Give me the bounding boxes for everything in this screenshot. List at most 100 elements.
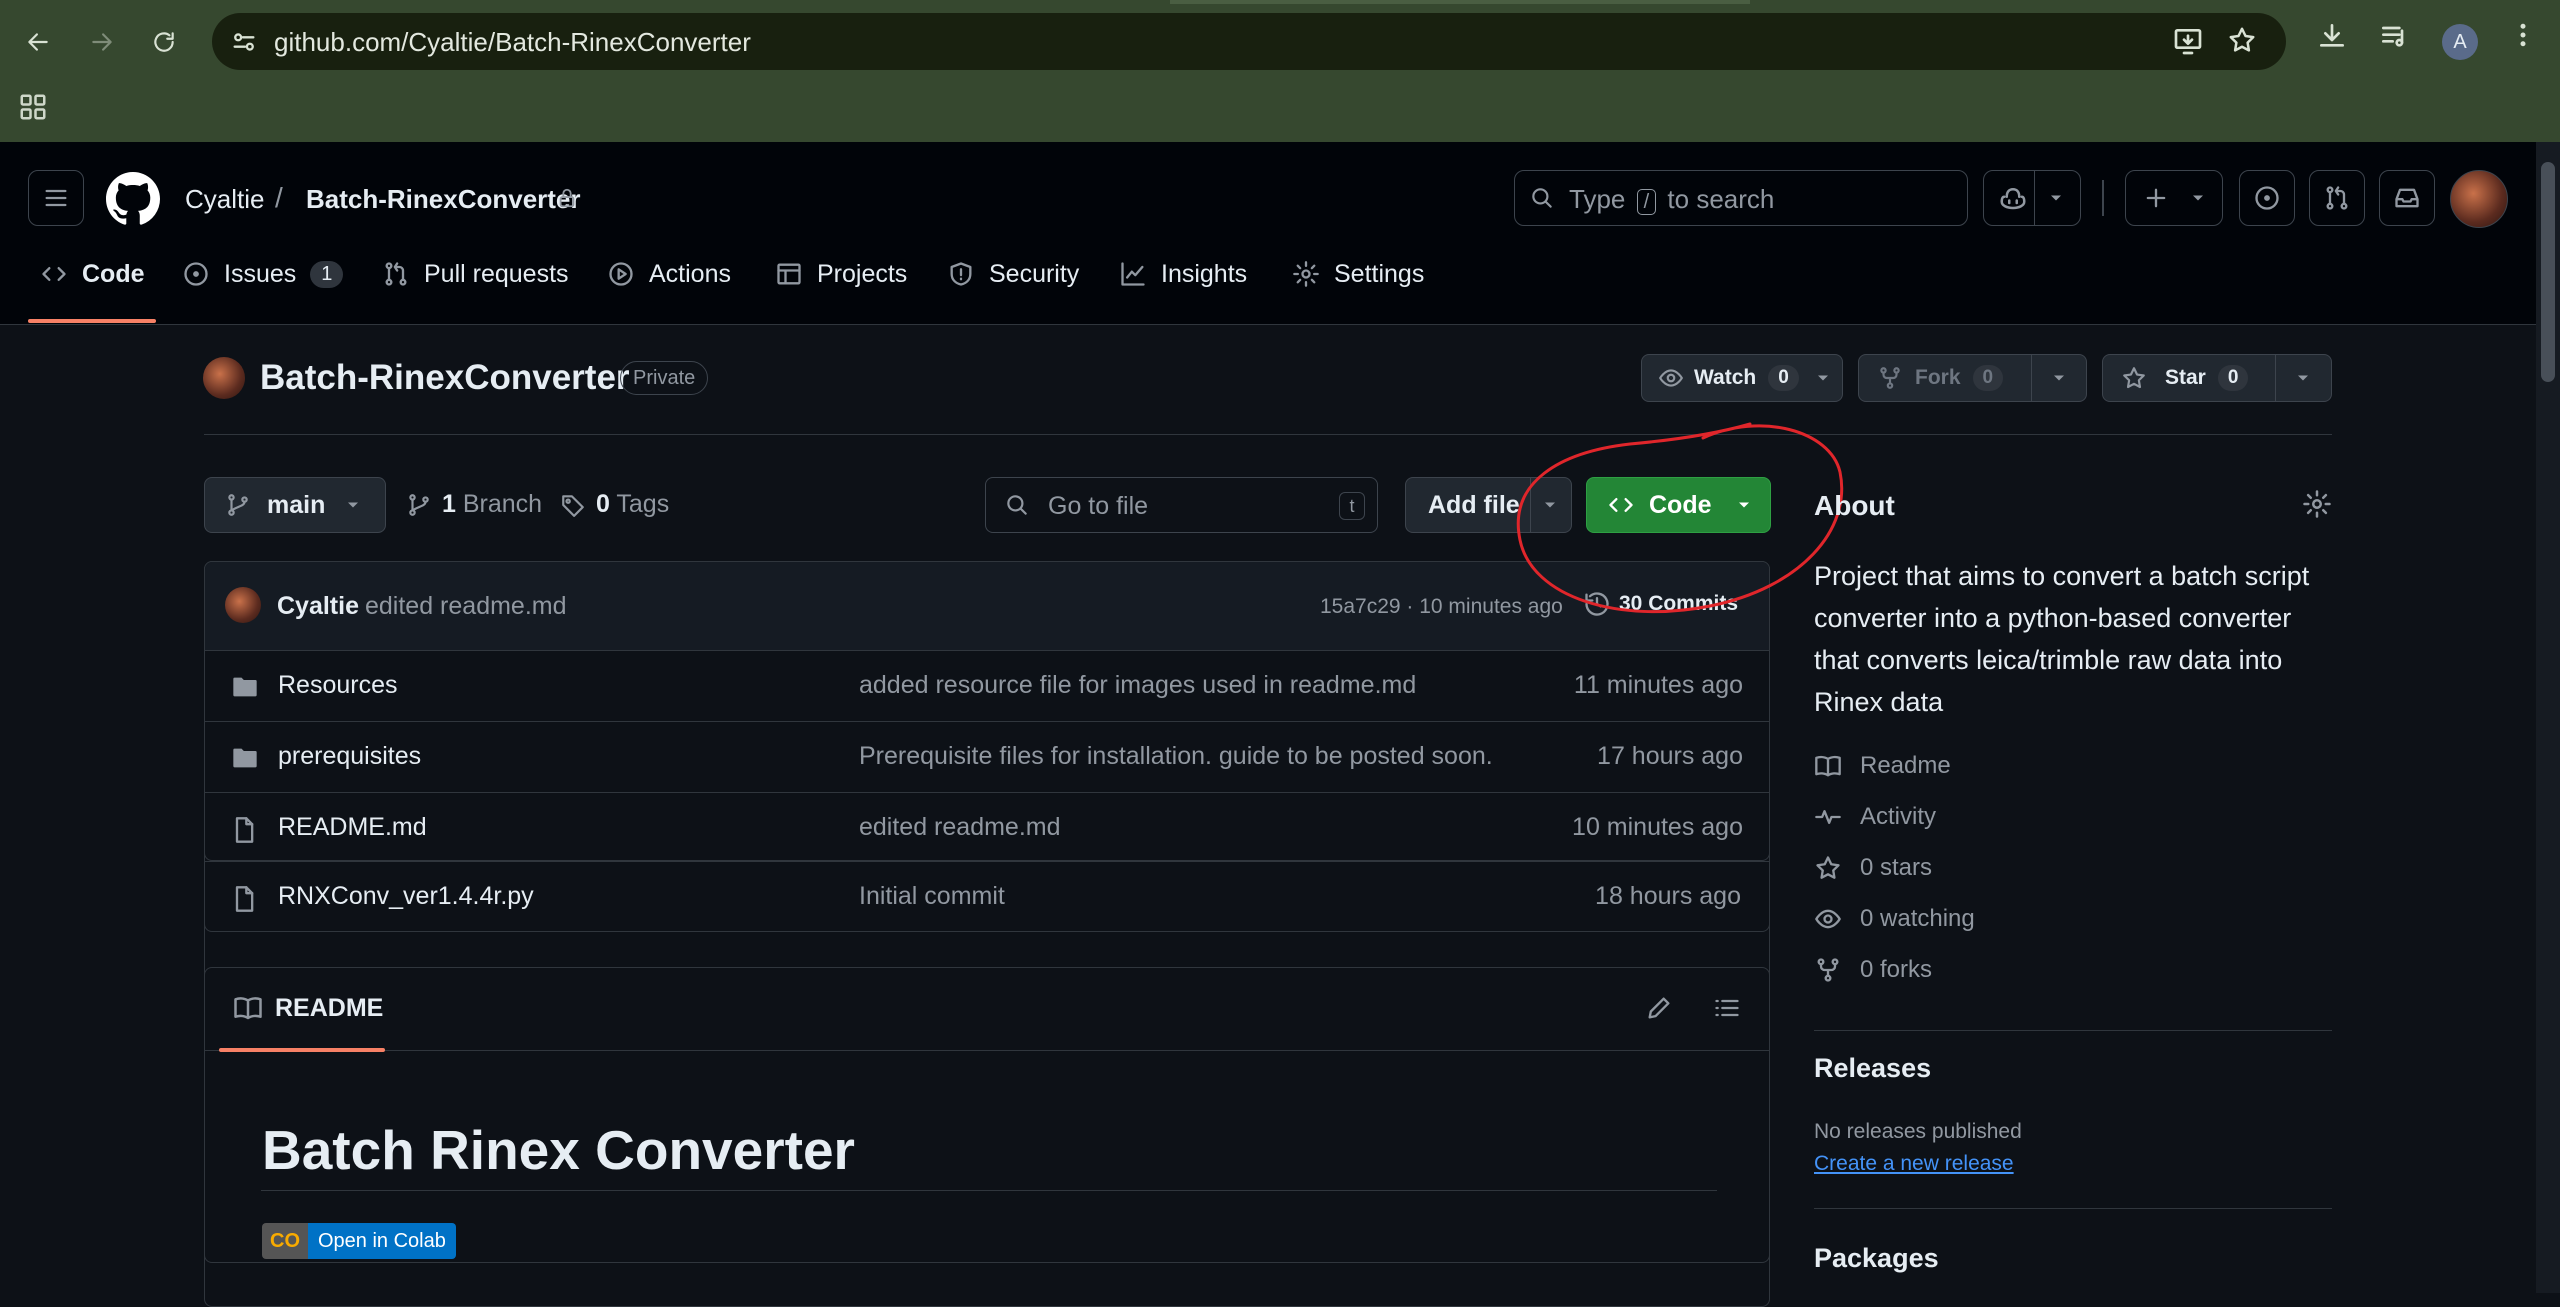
fork-button[interactable]: Fork 0 — [1858, 354, 2087, 402]
star-button[interactable]: Star 0 — [2102, 354, 2332, 402]
readme-link[interactable]: Readme — [1814, 752, 1951, 780]
heading-divider — [261, 1190, 1717, 1191]
url-text[interactable]: github.com/Cyaltie/Batch-RinexConverter — [274, 27, 751, 58]
stars-link[interactable]: 0 stars — [1814, 854, 1932, 882]
file-name[interactable]: Resources — [278, 671, 398, 700]
more-menu-icon[interactable] — [2508, 20, 2538, 50]
folder-icon — [233, 748, 257, 768]
breadcrumb-owner[interactable]: Cyaltie — [185, 184, 264, 215]
downloads-icon[interactable] — [2316, 20, 2348, 52]
tab-label: Insights — [1161, 259, 1248, 288]
file-time: 17 hours ago — [1597, 742, 1743, 770]
reload-button[interactable] — [142, 20, 186, 64]
file-commit-message[interactable]: Prerequisite files for installation. gui… — [859, 742, 1493, 771]
commit-message[interactable]: edited readme.md — [365, 592, 567, 621]
branches-link[interactable]: 1 Branch — [406, 490, 542, 519]
sidebar-divider — [1814, 1030, 2332, 1031]
file-commit-message[interactable]: Initial commit — [859, 882, 1005, 911]
page-scrollbar[interactable] — [2536, 142, 2560, 1293]
about-description: Project that aims to convert a batch scr… — [1814, 561, 2310, 717]
table-row[interactable]: RNXConv_ver1.4.4r.py Initial commit 18 h… — [204, 861, 1770, 932]
chevron-down-icon — [348, 502, 359, 508]
issues-shortcut-button[interactable] — [2239, 170, 2295, 226]
apps-grid-icon[interactable] — [18, 92, 48, 122]
active-tab-indicator — [28, 319, 156, 323]
table-row[interactable]: Resources added resource file for images… — [205, 650, 1769, 720]
tab-pull-requests[interactable]: Pull requests — [382, 252, 569, 296]
global-search-input[interactable]: Type / to search — [1514, 170, 1968, 226]
readme-header — [205, 968, 1769, 1051]
gear-icon — [1293, 261, 1319, 287]
repo-main: Batch-RinexConverter Private Watch 0 For… — [0, 325, 2536, 1307]
eye-icon — [1815, 909, 1841, 929]
file-name[interactable]: prerequisites — [278, 742, 421, 771]
scrollbar-thumb[interactable] — [2541, 162, 2555, 382]
activity-link[interactable]: Activity — [1814, 803, 1936, 831]
table-row[interactable]: README.md edited readme.md 10 minutes ag… — [205, 792, 1769, 860]
copilot-button[interactable] — [1983, 170, 2081, 226]
file-commit-message[interactable]: edited readme.md — [859, 813, 1061, 842]
file-name[interactable]: RNXConv_ver1.4.4r.py — [278, 882, 534, 911]
repo-forked-icon — [1817, 958, 1839, 982]
github-logo-icon[interactable] — [106, 172, 160, 226]
inbox-button[interactable] — [2379, 170, 2435, 226]
tags-link[interactable]: 0 Tags — [560, 490, 669, 519]
table-row[interactable]: prerequisites Prerequisite files for ins… — [205, 721, 1769, 791]
tags-label: Tags — [616, 490, 670, 518]
hamburger-menu-button[interactable] — [28, 170, 84, 226]
repo-title[interactable]: Batch-RinexConverter — [260, 358, 630, 398]
tab-code[interactable]: Code — [40, 252, 145, 296]
create-release-link[interactable]: Create a new release — [1814, 1152, 2014, 1176]
tab-projects[interactable]: Projects — [775, 252, 907, 296]
watching-link[interactable]: 0 watching — [1814, 905, 1975, 933]
about-settings-gear-icon[interactable] — [2302, 489, 2332, 519]
packages-title[interactable]: Packages — [1814, 1243, 1939, 1274]
plus-icon — [2146, 188, 2166, 208]
create-new-button[interactable] — [2125, 170, 2223, 226]
open-in-colab-badge[interactable]: CO Open in Colab — [262, 1223, 456, 1259]
releases-title[interactable]: Releases — [1814, 1053, 1931, 1084]
tab-label: Pull requests — [424, 259, 569, 288]
site-info-icon[interactable] — [230, 28, 258, 56]
outline-list-icon[interactable] — [1713, 994, 1741, 1022]
book-icon — [1815, 755, 1841, 777]
install-app-icon[interactable] — [2172, 25, 2204, 57]
address-bar[interactable]: github.com/Cyaltie/Batch-RinexConverter — [212, 13, 2286, 70]
branch-select-button[interactable]: main — [204, 477, 386, 533]
search-icon — [1007, 495, 1027, 515]
pulse-icon — [1815, 810, 1841, 824]
tab-security[interactable]: Security — [947, 252, 1079, 296]
forward-button[interactable] — [80, 20, 124, 64]
header-divider — [2102, 180, 2104, 216]
watch-button[interactable]: Watch 0 — [1641, 354, 1843, 402]
git-branch-icon — [409, 493, 429, 516]
tab-issues[interactable]: Issues 1 — [182, 252, 344, 296]
back-button[interactable] — [16, 20, 60, 64]
bookmark-star-icon[interactable] — [2227, 25, 2257, 55]
commit-author-avatar[interactable] — [225, 587, 261, 623]
watch-count: 0 — [1768, 365, 1799, 391]
pull-requests-shortcut-button[interactable] — [2309, 170, 2365, 226]
tab-insights[interactable]: Insights — [1119, 252, 1247, 296]
folder-icon — [233, 677, 257, 697]
stars-link-label: 0 stars — [1860, 854, 1933, 881]
file-name[interactable]: README.md — [278, 813, 427, 842]
commit-author[interactable]: Cyaltie — [277, 592, 359, 621]
tab-actions[interactable]: Actions — [607, 252, 731, 296]
inbox-icon — [2395, 188, 2419, 208]
star-icon — [1816, 856, 1840, 879]
forks-link[interactable]: 0 forks — [1814, 956, 1932, 984]
file-commit-message[interactable]: added resource file for images used in r… — [859, 671, 1416, 700]
tab-settings[interactable]: Settings — [1292, 252, 1424, 296]
profile-avatar[interactable]: A — [2442, 24, 2478, 60]
owner-avatar[interactable] — [203, 357, 245, 399]
edit-pencil-icon[interactable] — [1645, 994, 1673, 1022]
breadcrumb-repo[interactable]: Batch-RinexConverter — [306, 184, 581, 215]
media-control-icon[interactable] — [2378, 20, 2410, 52]
readme-tab[interactable]: README — [233, 993, 383, 1023]
star-label: Star — [2165, 366, 2206, 389]
user-avatar[interactable] — [2450, 170, 2508, 228]
file-time: 10 minutes ago — [1572, 813, 1743, 841]
about-title: About — [1814, 490, 1895, 521]
go-to-file-input[interactable]: Go to file t — [985, 477, 1378, 533]
